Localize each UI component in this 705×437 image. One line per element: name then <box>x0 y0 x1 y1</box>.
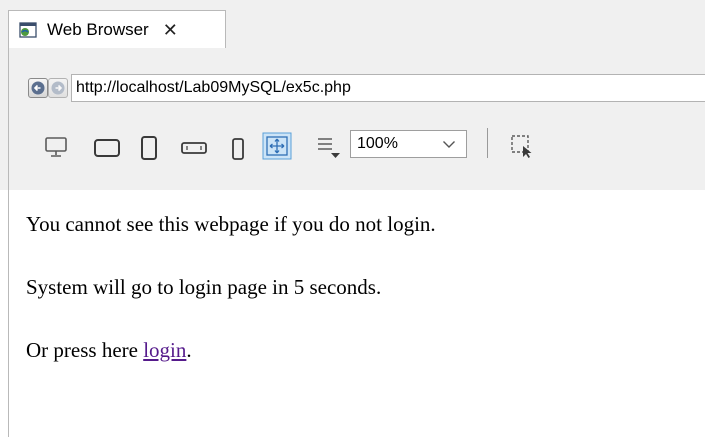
close-icon[interactable]: ✕ <box>163 21 178 39</box>
back-arrow-icon <box>31 81 45 95</box>
forward-arrow-icon <box>51 81 65 95</box>
fit-to-window-icon[interactable] <box>262 132 292 160</box>
zoom-select[interactable]: 100% <box>350 130 467 158</box>
toolbar-separator <box>487 128 488 158</box>
back-button[interactable] <box>28 78 48 98</box>
chevron-down-icon <box>443 141 455 148</box>
tablet-portrait-icon[interactable] <box>140 135 158 161</box>
forward-button[interactable] <box>48 78 68 98</box>
phone-landscape-icon[interactable] <box>180 140 208 156</box>
message-line-3: Or press here login. <box>26 338 192 363</box>
content-left-border <box>8 190 9 437</box>
tablet-landscape-icon[interactable] <box>93 138 121 158</box>
inspect-icon[interactable] <box>509 133 535 159</box>
zoom-value: 100% <box>357 135 398 152</box>
tab-strip: Web Browser ✕ <box>0 0 705 48</box>
browser-window-icon <box>19 21 37 38</box>
line-spacing-icon[interactable] <box>316 135 342 161</box>
phone-portrait-icon[interactable] <box>230 137 246 161</box>
message-line-2: System will go to login page in 5 second… <box>26 275 382 299</box>
line-3-suffix: . <box>186 338 192 362</box>
message-line-1: You cannot see this webpage if you do no… <box>26 212 436 236</box>
line-3-prefix: Or press here <box>26 338 144 362</box>
tab-title: Web Browser <box>47 19 149 39</box>
desktop-icon[interactable] <box>44 136 68 158</box>
address-bar[interactable]: http://localhost/Lab09MySQL/ex5c.php <box>71 74 705 102</box>
login-link[interactable]: login <box>143 338 186 362</box>
tab-web-browser[interactable]: Web Browser ✕ <box>8 10 226 48</box>
toolbar-area <box>8 48 705 190</box>
url-text: http://localhost/Lab09MySQL/ex5c.php <box>76 79 351 96</box>
